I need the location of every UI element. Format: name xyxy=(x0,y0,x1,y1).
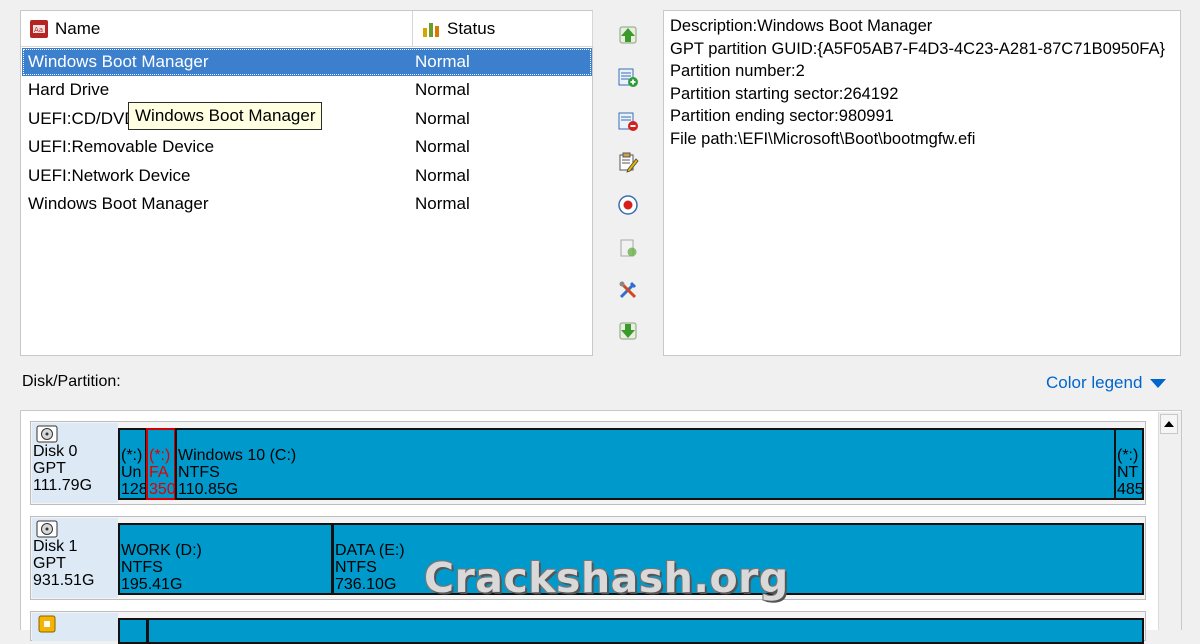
entry-status: Normal xyxy=(415,109,470,128)
entry-details-pane: Description:Windows Boot Manager GPT par… xyxy=(663,10,1181,356)
disk-0[interactable]: Disk 0 GPT 111.79G (*:) Un 128 (*:) FA 3… xyxy=(30,421,1146,505)
detail-start-sector: Partition starting sector:264192 xyxy=(670,84,899,103)
detail-file-path: File path:\EFI\Microsoft\Boot\bootmgfw.e… xyxy=(670,129,976,148)
entry-status: Normal xyxy=(415,166,470,185)
set-default-icon xyxy=(618,195,638,215)
list-row[interactable]: Hard Drive Normal xyxy=(22,76,592,104)
list-row[interactable]: Windows Boot Manager Normal xyxy=(22,190,592,218)
hard-disk-icon xyxy=(36,425,58,443)
move-up-icon xyxy=(619,26,637,44)
disk-partition-label: Disk/Partition: xyxy=(22,373,121,390)
tools-button[interactable] xyxy=(615,277,641,303)
vertical-scrollbar[interactable] xyxy=(1158,412,1181,630)
detail-end-sector: Partition ending sector:980991 xyxy=(670,107,894,125)
delete-entry-button[interactable] xyxy=(615,108,641,134)
move-up-button[interactable] xyxy=(615,22,641,48)
partition-size: 485 xyxy=(1117,481,1144,498)
partition-block[interactable] xyxy=(118,618,148,644)
watermark: Crackshash.org xyxy=(424,554,789,602)
partition-label: (*:) xyxy=(1117,447,1139,464)
partition-block-selected[interactable]: (*:) FA 350 xyxy=(146,428,176,500)
move-down-icon xyxy=(619,322,637,340)
set-default-button[interactable] xyxy=(615,192,641,218)
hard-disk-icon xyxy=(36,520,58,538)
partition-size: 350 xyxy=(149,481,176,498)
partition-size: 110.85G xyxy=(178,481,239,498)
partition-block[interactable]: WORK (D:) NTFS 195.41G xyxy=(118,523,333,595)
disk-info: Disk 0 GPT 111.79G xyxy=(32,423,118,503)
usb-drive-icon xyxy=(38,615,56,633)
partition-label: (*:) xyxy=(149,447,171,464)
entry-name: Windows Boot Manager xyxy=(28,52,209,71)
name-column-icon: Aa xyxy=(30,19,48,38)
partition-fs: Un xyxy=(121,464,142,481)
partition-fs: NT xyxy=(1117,464,1139,481)
status-column-icon xyxy=(423,22,439,37)
disk-type: GPT xyxy=(33,555,66,572)
disk-2[interactable] xyxy=(30,611,1146,644)
disk-name: Disk 0 xyxy=(33,443,78,460)
edit-entry-icon xyxy=(619,152,639,173)
backup-button[interactable] xyxy=(615,235,641,261)
partition-fs: NTFS xyxy=(178,464,220,481)
partition-block[interactable] xyxy=(147,618,1144,644)
column-header-status[interactable]: Status xyxy=(413,11,593,47)
column-header-status-label: Status xyxy=(447,18,496,38)
list-row[interactable]: UEFI:Network Device Normal xyxy=(22,162,592,190)
partition-block[interactable]: Windows 10 (C:) NTFS 110.85G xyxy=(175,428,1116,500)
delete-entry-icon xyxy=(618,112,638,131)
list-row-selected[interactable]: Windows Boot Manager Normal xyxy=(22,48,592,76)
disk-info xyxy=(32,613,118,641)
disk-name: Disk 1 xyxy=(33,538,78,555)
backup-icon xyxy=(620,239,637,257)
detail-description: Description:Windows Boot Manager xyxy=(670,17,933,35)
detail-guid: GPT partition GUID:{A5F05AB7-F4D3-4C23-A… xyxy=(670,39,1165,58)
column-header-name[interactable]: Aa Name xyxy=(21,11,413,47)
disk-type: GPT xyxy=(33,460,66,477)
partition-label: Windows 10 (C:) xyxy=(178,447,297,464)
chevron-down-icon xyxy=(1150,379,1167,389)
disk-size: 931.51G xyxy=(33,572,95,589)
entry-status: Normal xyxy=(415,194,470,213)
partition-block[interactable]: (*:) NT 485 xyxy=(1114,428,1144,500)
disk-size: 111.79G xyxy=(33,477,93,494)
detail-partition-number: Partition number:2 xyxy=(670,62,805,80)
column-header-name-label: Name xyxy=(55,18,101,38)
entry-name: Windows Boot Manager xyxy=(28,194,209,213)
partition-block[interactable]: (*:) Un 128 xyxy=(118,428,147,500)
partition-fs: FA xyxy=(149,464,169,481)
boot-entry-list[interactable]: Aa Name Status Windows Boot Manager Norm… xyxy=(20,10,593,356)
move-down-button[interactable] xyxy=(615,318,641,344)
list-row[interactable]: UEFI:Removable Device Normal xyxy=(22,133,592,161)
partition-size: 195.41G xyxy=(121,576,183,593)
disk-info: Disk 1 GPT 931.51G xyxy=(32,518,118,598)
entry-status: Normal xyxy=(415,80,470,99)
entry-name: Hard Drive xyxy=(28,80,110,99)
tools-icon xyxy=(619,281,637,299)
edit-entry-button[interactable] xyxy=(615,149,641,175)
partition-size: 128 xyxy=(121,481,147,498)
entry-name: UEFI:Removable Device xyxy=(28,137,215,156)
scroll-up-arrow-icon[interactable] xyxy=(1160,414,1178,434)
svg-text:Aa: Aa xyxy=(34,26,43,34)
color-legend-label: Color legend xyxy=(1046,373,1143,392)
partition-fs: NTFS xyxy=(121,559,163,576)
entry-status: Normal xyxy=(415,137,470,156)
partition-label: (*:) xyxy=(121,447,143,464)
color-legend-link[interactable]: Color legend xyxy=(1046,373,1167,393)
tooltip: Windows Boot Manager xyxy=(128,102,323,130)
entry-status: Normal xyxy=(415,52,470,71)
add-entry-icon xyxy=(618,68,638,87)
entry-name: UEFI:Network Device xyxy=(28,166,191,185)
partition-label: WORK (D:) xyxy=(121,542,202,559)
add-entry-button[interactable] xyxy=(615,64,641,90)
